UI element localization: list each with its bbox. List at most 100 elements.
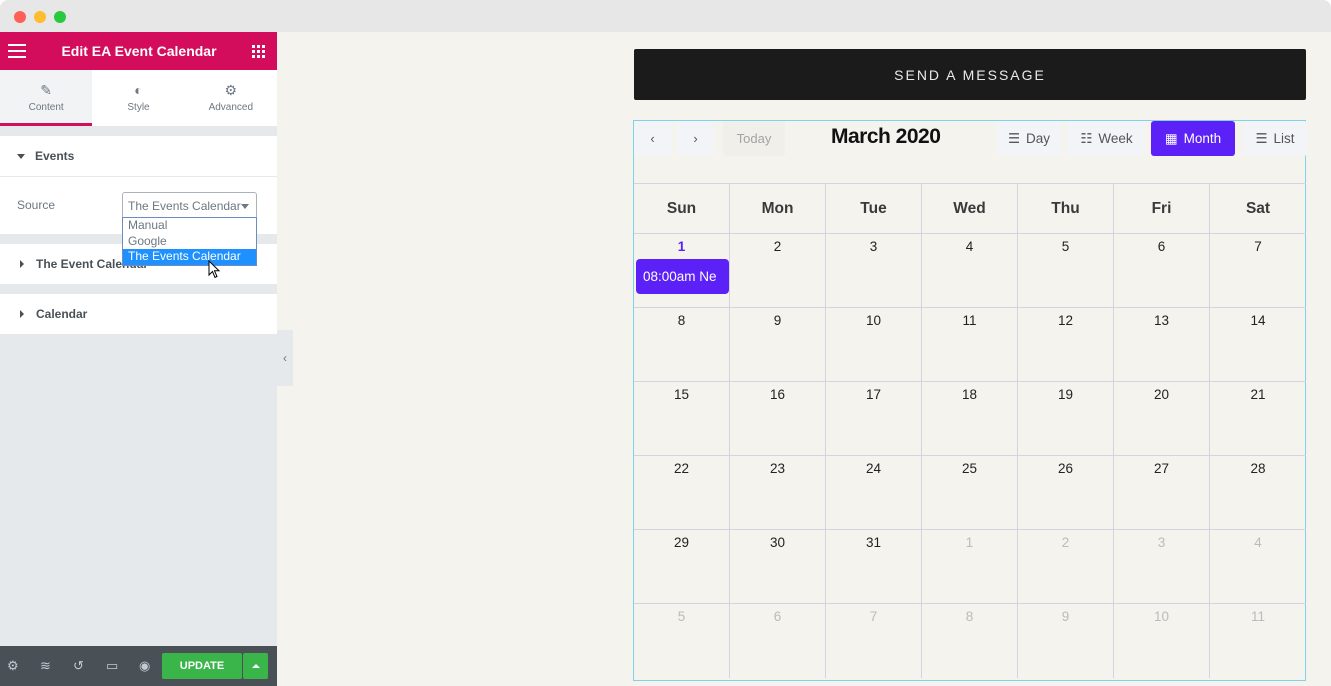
day-number[interactable]: 15 [634,387,729,402]
day-number[interactable]: 7 [826,609,921,624]
view-list-button[interactable]: ☰ List [1243,121,1307,156]
day-cell[interactable]: 10 [1114,604,1210,678]
day-number[interactable]: 9 [1018,609,1113,624]
source-option-manual[interactable]: Manual [123,218,256,234]
day-number[interactable]: 31 [826,535,921,550]
day-number[interactable]: 25 [922,461,1017,476]
collapse-panel-button[interactable]: ‹ [277,330,293,386]
day-number[interactable]: 7 [1210,239,1306,254]
day-number[interactable]: 10 [1114,609,1209,624]
settings-icon[interactable]: ⚙ [7,658,40,674]
day-number[interactable]: 3 [1114,535,1209,550]
day-number[interactable]: 26 [1018,461,1113,476]
day-number[interactable]: 17 [826,387,921,402]
day-cell[interactable]: 3 [826,234,922,308]
day-cell[interactable]: 30 [730,530,826,604]
section-events-header[interactable]: Events [0,136,277,176]
day-number[interactable]: 10 [826,313,921,328]
send-message-button[interactable]: SEND A MESSAGE [634,49,1306,100]
day-number[interactable]: 2 [730,239,825,254]
day-number[interactable]: 30 [730,535,825,550]
day-cell[interactable]: 15 [634,382,730,456]
day-cell[interactable]: 6 [1114,234,1210,308]
day-cell[interactable]: 19 [1018,382,1114,456]
day-number[interactable]: 8 [922,609,1017,624]
section-calendar-header[interactable]: Calendar [0,294,277,334]
day-number[interactable]: 11 [1210,609,1306,624]
day-cell[interactable]: 1 [922,530,1018,604]
day-number[interactable]: 4 [922,239,1017,254]
day-number[interactable]: 16 [730,387,825,402]
day-cell[interactable]: 8 [634,308,730,382]
day-number[interactable]: 20 [1114,387,1209,402]
maximize-window-button[interactable] [54,11,66,23]
prev-month-button[interactable]: ‹ [634,121,671,156]
day-cell[interactable]: 23 [730,456,826,530]
day-cell[interactable]: 14 [1210,308,1306,382]
day-cell[interactable]: 4 [922,234,1018,308]
day-cell[interactable]: 20 [1114,382,1210,456]
day-cell[interactable]: 10 [826,308,922,382]
day-number[interactable]: 11 [922,313,1017,328]
day-cell[interactable]: 17 [826,382,922,456]
day-number[interactable]: 24 [826,461,921,476]
day-number[interactable]: 13 [1114,313,1209,328]
day-number[interactable]: 5 [634,609,729,624]
day-number[interactable]: 28 [1210,461,1306,476]
day-cell[interactable]: 13 [1114,308,1210,382]
day-cell[interactable]: 8 [922,604,1018,678]
next-month-button[interactable]: › [677,121,714,156]
day-cell[interactable]: 12 [1018,308,1114,382]
day-number[interactable]: 22 [634,461,729,476]
minimize-window-button[interactable] [34,11,46,23]
widgets-grid-icon[interactable] [251,44,265,58]
history-icon[interactable]: ↺ [73,658,106,674]
day-cell[interactable]: 24 [826,456,922,530]
day-cell[interactable]: 29 [634,530,730,604]
day-number[interactable]: 3 [826,239,921,254]
day-cell[interactable]: 18 [922,382,1018,456]
day-number[interactable]: 1 [634,239,729,254]
day-number[interactable]: 8 [634,313,729,328]
day-cell[interactable]: 1 08:00am Ne [634,234,730,308]
day-cell[interactable]: 5 [634,604,730,678]
day-cell[interactable]: 31 [826,530,922,604]
day-number[interactable]: 14 [1210,313,1306,328]
day-cell[interactable]: 16 [730,382,826,456]
tab-advanced[interactable]: ⚙ Advanced [185,70,277,126]
view-week-button[interactable]: ☷ Week [1068,121,1145,156]
view-month-button[interactable]: ▦ Month [1151,121,1235,156]
day-cell[interactable]: 22 [634,456,730,530]
day-number[interactable]: 12 [1018,313,1113,328]
day-cell[interactable]: 11 [922,308,1018,382]
day-cell[interactable]: 7 [826,604,922,678]
day-cell[interactable]: 9 [730,308,826,382]
tab-style[interactable]: ◐ Style [92,70,184,126]
day-cell[interactable]: 9 [1018,604,1114,678]
layers-icon[interactable]: ≋ [40,658,73,674]
day-cell[interactable]: 28 [1210,456,1306,530]
day-cell[interactable]: 2 [730,234,826,308]
day-number[interactable]: 29 [634,535,729,550]
day-number[interactable]: 27 [1114,461,1209,476]
menu-icon[interactable] [8,44,26,58]
day-cell[interactable]: 21 [1210,382,1306,456]
day-number[interactable]: 9 [730,313,825,328]
day-number[interactable]: 19 [1018,387,1113,402]
day-cell[interactable]: 6 [730,604,826,678]
day-cell[interactable]: 4 [1210,530,1306,604]
tab-content[interactable]: ✎ Content [0,70,93,126]
day-number[interactable]: 1 [922,535,1017,550]
day-number[interactable]: 23 [730,461,825,476]
day-cell[interactable]: 26 [1018,456,1114,530]
close-window-button[interactable] [14,11,26,23]
day-number[interactable]: 6 [730,609,825,624]
view-day-button[interactable]: ☰ Day [997,121,1061,156]
day-cell[interactable]: 11 [1210,604,1306,678]
day-number[interactable]: 18 [922,387,1017,402]
day-number[interactable]: 2 [1018,535,1113,550]
update-options-button[interactable] [243,653,268,679]
update-button[interactable]: UPDATE [162,653,242,679]
day-cell[interactable]: 7 [1210,234,1306,308]
day-number[interactable]: 5 [1018,239,1113,254]
